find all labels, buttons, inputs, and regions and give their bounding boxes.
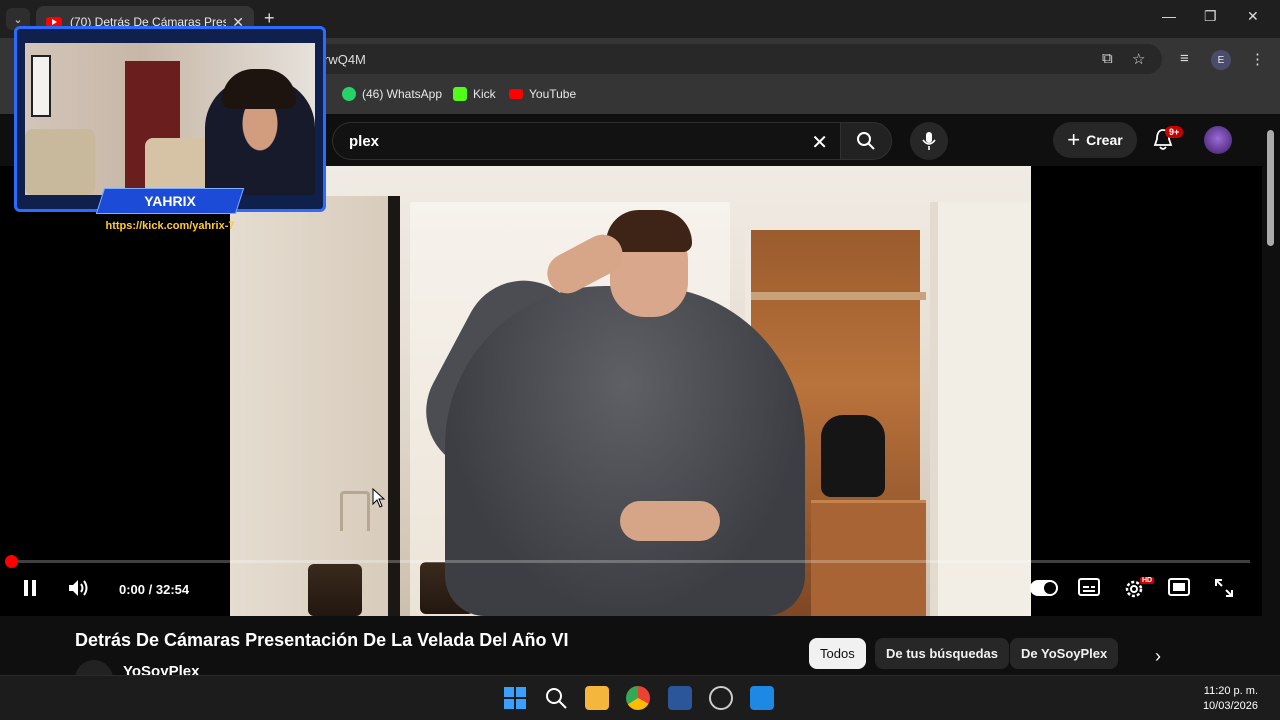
obs-icon[interactable] bbox=[709, 686, 733, 710]
chip-scroll-right-icon[interactable]: › bbox=[1155, 646, 1161, 667]
create-label: Crear bbox=[1086, 132, 1123, 148]
volume-icon[interactable] bbox=[67, 578, 91, 598]
account-avatar[interactable] bbox=[1204, 126, 1232, 154]
video-title: Detrás De Cámaras Presentación De La Vel… bbox=[75, 630, 569, 650]
bookmark-label: (46) WhatsApp bbox=[362, 87, 443, 101]
mirror-shape bbox=[230, 196, 400, 616]
time-display: 0:00 / 32:54 bbox=[119, 582, 190, 597]
progress-bar[interactable] bbox=[10, 560, 1250, 563]
chip-de-tus-busquedas[interactable]: De tus búsquedas bbox=[875, 638, 1009, 669]
address-text: rwQ4M bbox=[324, 52, 366, 67]
chip-de-yosoyplex[interactable]: De YoSoyPlex bbox=[1010, 638, 1119, 669]
notifications-badge: 9+ bbox=[1165, 126, 1184, 138]
bookmark-star-icon[interactable]: ☆ bbox=[1132, 50, 1145, 68]
subtitles-icon[interactable] bbox=[1078, 578, 1100, 596]
theater-mode-icon[interactable] bbox=[1168, 578, 1190, 596]
bookmark-kick[interactable]: Kick bbox=[453, 87, 496, 101]
minimize-button[interactable]: — bbox=[1162, 8, 1176, 24]
bookmark-label: Kick bbox=[473, 87, 496, 101]
voice-search-button[interactable] bbox=[910, 122, 948, 160]
windows-taskbar: 11:20 p. m. 10/03/2026 bbox=[0, 675, 1280, 720]
scrollbar-thumb[interactable] bbox=[1267, 130, 1274, 246]
close-window-button[interactable]: ✕ bbox=[1247, 8, 1259, 25]
photos-icon[interactable] bbox=[750, 686, 774, 710]
menu-kebab-icon[interactable]: ⋮ bbox=[1250, 50, 1265, 68]
address-bar[interactable]: rwQ4M bbox=[300, 44, 1162, 74]
person-shape bbox=[445, 286, 805, 616]
clock-date: 10/03/2026 bbox=[1202, 700, 1258, 712]
autoplay-toggle[interactable] bbox=[1030, 580, 1058, 596]
chip-todos[interactable]: Todos bbox=[809, 638, 866, 669]
overlay-url: https://kick.com/yahrix-7 bbox=[105, 220, 235, 232]
kick-icon bbox=[453, 87, 467, 101]
plus-icon: + bbox=[1067, 127, 1081, 152]
media-control-icon[interactable]: ≡ bbox=[1180, 50, 1189, 67]
wall-panel-shape bbox=[930, 202, 1031, 616]
system-clock[interactable]: 11:20 p. m. 10/03/2026 bbox=[1203, 684, 1258, 714]
fullscreen-icon[interactable] bbox=[1214, 578, 1234, 598]
bookmark-whatsapp[interactable]: (46) WhatsApp bbox=[342, 87, 442, 101]
clock-time: 11:20 p. m. bbox=[1203, 685, 1258, 697]
restore-button[interactable]: ❐ bbox=[1204, 8, 1217, 25]
webcam-feed bbox=[25, 43, 315, 195]
page-scrollbar[interactable] bbox=[1262, 114, 1280, 675]
video-player[interactable]: 0:00 / 32:54 HD bbox=[0, 166, 1262, 616]
below-video-area: Detrás De Cámaras Presentación De La Vel… bbox=[0, 616, 1262, 675]
webcam-overlay bbox=[14, 26, 326, 212]
search-icon[interactable] bbox=[544, 686, 568, 710]
search-value: plex bbox=[349, 133, 380, 150]
windows-start-icon[interactable] bbox=[503, 686, 527, 710]
microphone-icon bbox=[922, 132, 936, 150]
overlay-name-plate: YAHRIX bbox=[95, 188, 245, 214]
video-frame bbox=[230, 166, 1031, 616]
mouse-cursor-icon bbox=[372, 488, 386, 508]
word-icon[interactable] bbox=[668, 686, 692, 710]
install-app-icon[interactable]: ⧉ bbox=[1102, 50, 1113, 67]
file-explorer-icon[interactable] bbox=[585, 686, 609, 710]
bookmark-label: YouTube bbox=[529, 87, 577, 101]
search-input[interactable]: plex ✕ bbox=[332, 122, 840, 160]
clear-search-icon[interactable]: ✕ bbox=[811, 130, 828, 155]
search-button[interactable] bbox=[840, 122, 892, 160]
whatsapp-icon bbox=[342, 87, 356, 101]
pause-icon[interactable] bbox=[22, 578, 38, 598]
hd-badge: HD bbox=[1140, 577, 1155, 584]
channel-avatar[interactable] bbox=[75, 660, 113, 675]
youtube-icon bbox=[509, 89, 523, 99]
overlay-name: YAHRIX bbox=[144, 193, 196, 209]
create-button[interactable]: + Crear bbox=[1053, 122, 1137, 158]
bookmark-youtube[interactable]: YouTube bbox=[509, 87, 576, 101]
search-icon bbox=[857, 132, 875, 150]
channel-name[interactable]: YoSoyPlex bbox=[123, 663, 199, 675]
chrome-icon[interactable] bbox=[626, 686, 650, 710]
scrubber-handle[interactable] bbox=[5, 555, 18, 568]
profile-avatar[interactable]: E bbox=[1211, 50, 1231, 70]
